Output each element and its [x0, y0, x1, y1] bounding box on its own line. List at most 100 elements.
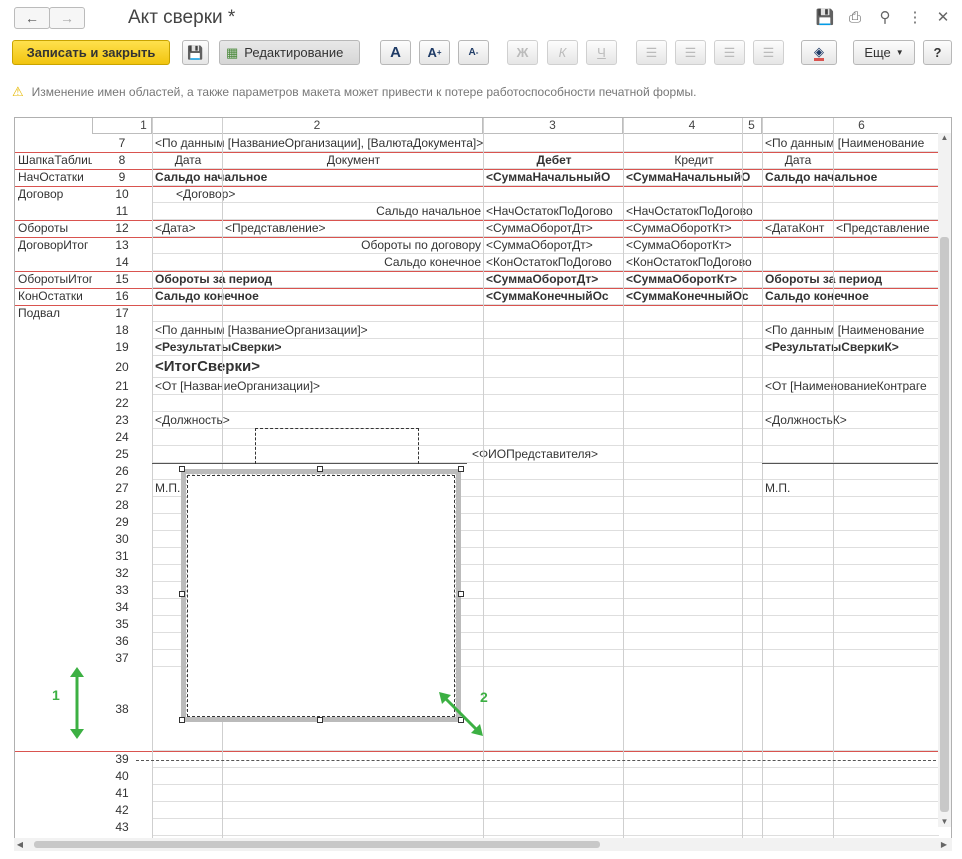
horizontal-scroll-thumb[interactable]	[34, 841, 600, 848]
row-number[interactable]: 18	[92, 322, 152, 339]
resize-handle[interactable]	[317, 717, 323, 723]
edit-toggle-button[interactable]: ▦ Редактирование	[219, 40, 360, 65]
table-row[interactable]: 12 Обороты <Дата> <Представление> <СуммаОбор…	[15, 220, 939, 237]
cell[interactable]: Дата	[155, 152, 221, 169]
table-row[interactable]: 14 Сальдо конечное <КонОстатокПоДогово <Кон…	[15, 254, 939, 271]
vertical-scroll-thumb[interactable]	[940, 237, 949, 812]
row-number[interactable]: 22	[92, 395, 152, 412]
table-row[interactable]: 41	[15, 785, 939, 802]
close-icon[interactable]: ✕	[934, 8, 952, 26]
table-row[interactable]: 18 <По данным [НазваниеОрганизации]> <По д…	[15, 322, 939, 339]
table-row[interactable]: 8ШапкаТаблицыДатаДокументДебетКредитДата	[15, 152, 939, 169]
table-row[interactable]: 27 М.П. М.П.	[15, 480, 939, 497]
align-left-button[interactable]: ☰	[636, 40, 667, 65]
col-header-6[interactable]: 6	[762, 118, 951, 134]
table-row[interactable]: 22	[15, 395, 939, 412]
table-row[interactable]: 11 Сальдо начальное <НачОстатокПоДогово <На…	[15, 203, 939, 220]
row-number[interactable]: 11	[92, 203, 152, 220]
back-button[interactable]: ←	[14, 7, 50, 29]
table-row[interactable]: 15 ОборотыИтог Обороты за период <СуммаОбор…	[15, 271, 939, 288]
more-button[interactable]: Еще ▼	[853, 40, 915, 65]
row-number[interactable]: 16	[92, 288, 152, 305]
table-row[interactable]: 23 <Должность> <ДолжностьК>	[15, 412, 939, 429]
font-increase-button[interactable]: A +	[419, 40, 450, 65]
signature-box[interactable]	[255, 428, 419, 464]
cell[interactable]: Сальдо конечное	[155, 254, 481, 271]
cell[interactable]: <СуммаОборотДт>	[486, 220, 622, 237]
save-button[interactable]: 💾	[182, 40, 209, 65]
table-row[interactable]: 32	[15, 565, 939, 582]
table-row[interactable]: 40	[15, 768, 939, 785]
row-number[interactable]: 8	[92, 152, 152, 169]
section-name[interactable]: КонОстатки	[18, 288, 92, 305]
row-number[interactable]: 33	[92, 582, 152, 599]
resize-handle[interactable]	[458, 466, 464, 472]
cell[interactable]: Сальдо начальное	[155, 203, 481, 220]
table-row[interactable]: 10 Договор <Договор>	[15, 186, 939, 203]
row-number[interactable]: 26	[92, 463, 152, 480]
cell[interactable]: <КонОстатокПоДогово	[486, 254, 622, 271]
bold-button[interactable]: Ж	[507, 40, 538, 65]
cell[interactable]: <НачОстатокПоДогово	[486, 203, 622, 220]
cell[interactable]: <От [НаименованиеКонтраге	[765, 378, 941, 395]
table-row[interactable]: 19 <РезультатыСверки> <РезультатыСверкиК>	[15, 339, 939, 356]
row-number[interactable]: 17	[92, 305, 152, 322]
scroll-down-icon[interactable]: ▼	[938, 817, 951, 827]
font-decrease-button[interactable]: A-	[458, 40, 489, 65]
table-row[interactable]: 29	[15, 514, 939, 531]
align-justify-button[interactable]: ☰	[753, 40, 784, 65]
cell[interactable]: <От [НазваниеОрганизации]>	[155, 378, 751, 395]
section-name[interactable]: ШапкаТаблицы	[18, 152, 92, 169]
row-number[interactable]: 25	[92, 446, 152, 463]
cell[interactable]: <СуммаОборотДт>	[486, 271, 622, 288]
cell[interactable]: Дата	[765, 152, 831, 169]
section-name[interactable]: НачОстатки	[18, 169, 92, 186]
cell[interactable]: М.П.	[765, 480, 941, 497]
cell[interactable]: <Представление	[836, 220, 942, 237]
cell[interactable]: <Договор>	[176, 186, 472, 203]
table-row[interactable]: 25 <ФИОПредставителя>	[15, 446, 939, 463]
spreadsheet[interactable]: 1 2 3 4 5 6 7 <По данным [НазваниеОрганиз…	[14, 117, 952, 844]
cell[interactable]: <РезультатыСверки>	[155, 339, 481, 356]
row-number[interactable]: 13	[92, 237, 152, 254]
section-name[interactable]: Подвал	[18, 305, 92, 322]
cell[interactable]: <Должность>	[155, 412, 751, 429]
cell[interactable]: Обороты за период	[155, 271, 481, 288]
row-number[interactable]: 32	[92, 565, 152, 582]
col-header-1[interactable]: 1	[136, 118, 152, 134]
align-center-button[interactable]: ☰	[675, 40, 706, 65]
row-number[interactable]: 27	[92, 480, 152, 497]
cell[interactable]: <По данным [НазваниеОрганизации], [Валют…	[155, 135, 751, 152]
table-row[interactable]: 43	[15, 819, 939, 836]
table-row[interactable]: 26	[15, 463, 939, 480]
row-number[interactable]: 30	[92, 531, 152, 548]
resize-handle[interactable]	[458, 591, 464, 597]
table-row[interactable]: 21 <От [НазваниеОрганизации]> <От [Наимено…	[15, 378, 939, 395]
row-number[interactable]: 28	[92, 497, 152, 514]
col-header-2[interactable]: 2	[152, 118, 483, 134]
save-icon[interactable]: 💾	[816, 8, 835, 26]
row-number[interactable]: 37	[92, 650, 152, 667]
table-row[interactable]: 13 ДоговорИтог Обороты по договору <СуммаОб…	[15, 237, 939, 254]
cell[interactable]: <СуммаНачальныйО	[486, 169, 622, 186]
forward-button[interactable]: →	[49, 7, 85, 29]
row-number[interactable]: 35	[92, 616, 152, 633]
cell[interactable]: <СуммаКонечныйОс	[486, 288, 622, 305]
italic-button[interactable]: К	[547, 40, 578, 65]
col-header-3[interactable]: 3	[483, 118, 623, 134]
row-number[interactable]: 15	[92, 271, 152, 288]
preview-icon[interactable]: ⚲	[876, 8, 894, 26]
section-name[interactable]: Обороты	[18, 220, 92, 237]
align-right-button[interactable]: ☰	[714, 40, 745, 65]
cell[interactable]: <По данным [Наименование	[765, 322, 941, 339]
row-number[interactable]: 29	[92, 514, 152, 531]
row-number[interactable]: 43	[92, 819, 152, 836]
table-row[interactable]: 36	[15, 633, 939, 650]
table-row[interactable]: 35	[15, 616, 939, 633]
row-number[interactable]: 36	[92, 633, 152, 650]
row-number[interactable]: 10	[92, 186, 152, 203]
table-row[interactable]: 20 <ИтогСверки>	[15, 356, 939, 378]
table-row[interactable]: 7 <По данным [НазваниеОрганизации], [Валю…	[15, 135, 939, 152]
cell[interactable]: <ИтогСверки>	[155, 356, 481, 378]
row-number[interactable]: 31	[92, 548, 152, 565]
